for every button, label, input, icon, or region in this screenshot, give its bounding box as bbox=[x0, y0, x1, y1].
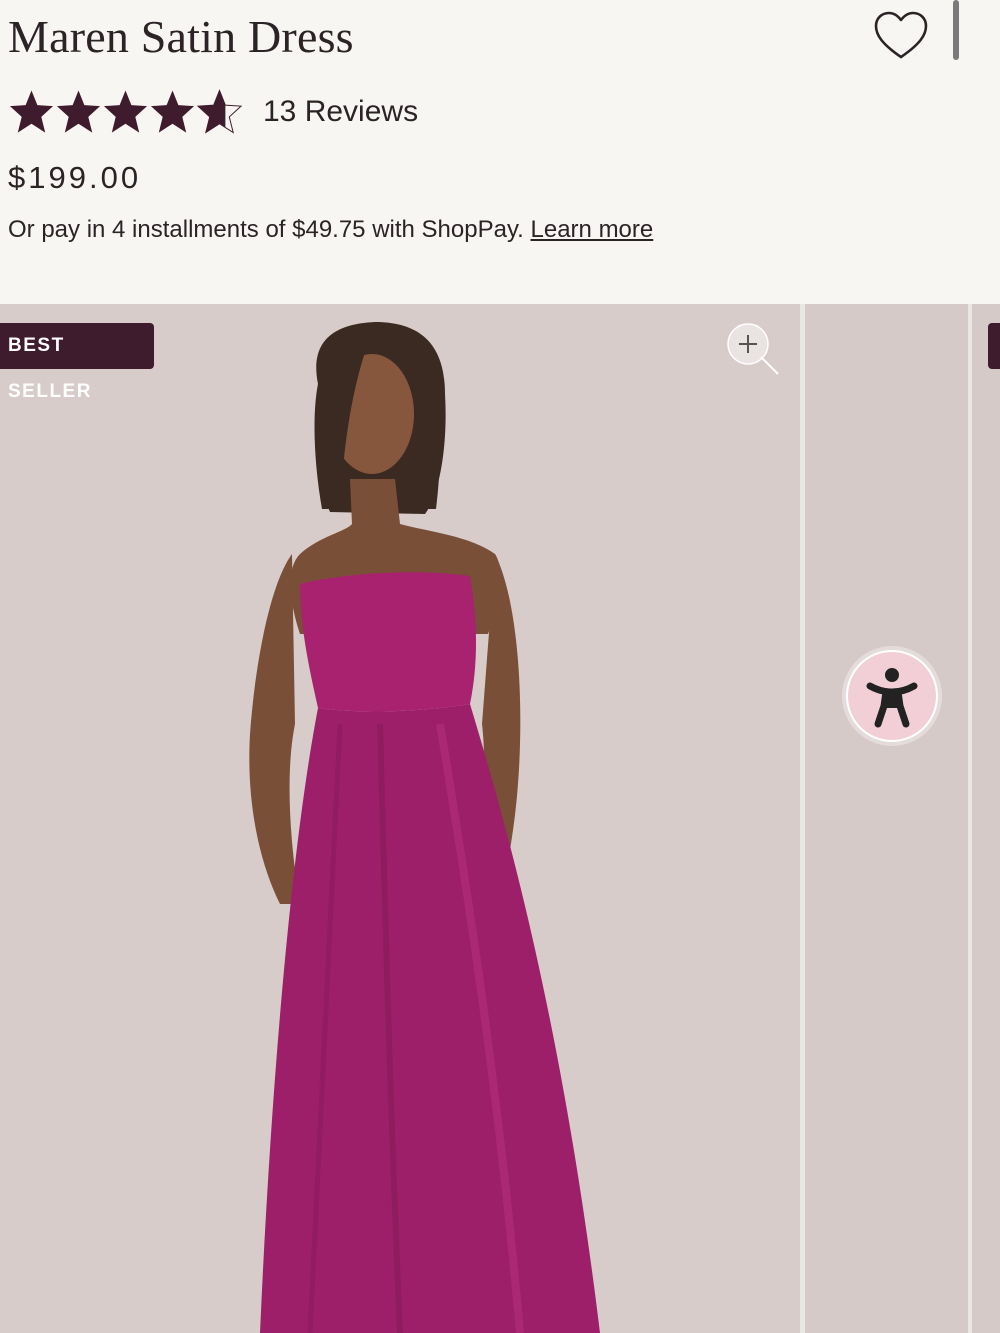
installments-text: Or pay in 4 installments of $49.75 with … bbox=[8, 216, 524, 243]
rating-stars[interactable] bbox=[8, 88, 243, 136]
star-icon bbox=[56, 90, 101, 133]
best-seller-badge: BEST SELLER bbox=[0, 323, 154, 402]
installments-info: Or pay in 4 installments of $49.75 with … bbox=[8, 216, 653, 244]
scrollbar[interactable] bbox=[953, 0, 959, 60]
product-gallery[interactable]: BEST SELLER bbox=[0, 304, 1000, 1333]
product-photo bbox=[0, 304, 800, 1333]
half-star-icon bbox=[196, 89, 243, 134]
product-header: Maren Satin Dress 13 Reviews $199.00 Or … bbox=[0, 0, 1000, 304]
star-icon bbox=[9, 90, 54, 133]
gallery-slide-main[interactable]: BEST SELLER bbox=[0, 304, 800, 1333]
product-title: Maren Satin Dress bbox=[8, 11, 354, 62]
learn-more-link[interactable]: Learn more bbox=[531, 216, 654, 243]
product-price: $199.00 bbox=[8, 160, 142, 195]
accessibility-icon[interactable] bbox=[840, 644, 944, 748]
star-icon bbox=[103, 90, 148, 133]
zoom-in-icon[interactable] bbox=[726, 322, 782, 378]
best-seller-badge-next bbox=[988, 323, 1000, 369]
heart-icon[interactable] bbox=[872, 10, 930, 62]
gallery-slide-next-2[interactable] bbox=[972, 304, 1000, 1333]
reviews-link[interactable]: 13 Reviews bbox=[263, 95, 418, 129]
gallery-slide-next[interactable] bbox=[805, 304, 968, 1333]
star-icon bbox=[150, 90, 195, 133]
